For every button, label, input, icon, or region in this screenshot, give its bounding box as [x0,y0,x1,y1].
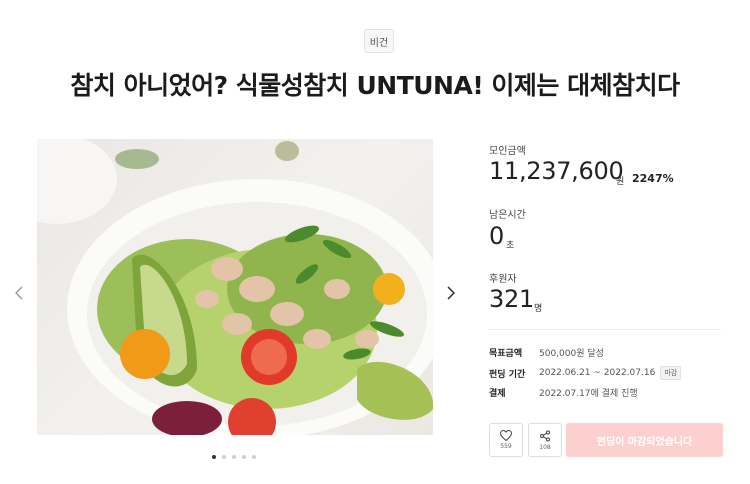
time-unit: 초 [506,241,515,251]
closed-badge: 마감 [660,366,682,380]
goal-key: 목표금액 [489,349,523,359]
category-chip[interactable]: 비건 [364,29,394,53]
funding-closed-button[interactable]: 펀딩이 마감되었습니다 [566,423,723,457]
time-value: 0 [489,222,504,250]
achievement-rate: 2247% [632,172,674,185]
amount-value: 11,237,600 [489,157,624,185]
amount-unit: 원 [616,177,625,187]
carousel-dot[interactable] [232,455,236,459]
backers-value: 321 [489,285,534,313]
like-button[interactable]: 559 [489,423,523,457]
heart-icon [500,430,512,441]
detail-period: 펀딩 기간 2022.06.21 ~ 2022.07.16 마감 [489,366,682,380]
period-value: 2022.06.21 ~ 2022.07.16 [539,368,656,378]
goal-value: 500,000원 달성 [539,349,604,359]
like-count: 559 [500,443,512,450]
carousel-dot[interactable] [222,455,226,459]
chevron-left-icon[interactable] [12,283,26,303]
carousel-dot[interactable] [242,455,246,459]
share-button[interactable]: 108 [528,423,562,457]
chevron-right-icon[interactable] [444,283,458,303]
time-label: 남은시간 [489,210,526,221]
divider [489,329,721,330]
detail-payment: 결제 2022.07.17에 결제 진행 [489,386,638,399]
payment-value: 2022.07.17에 결제 진행 [539,389,638,399]
project-title: 참치 아니었어? 식물성참치 UNTUNA! 이제는 대체참치다 [70,71,680,100]
carousel-dots [212,455,256,459]
detail-goal: 목표금액 500,000원 달성 [489,346,604,359]
carousel-dot[interactable] [252,455,256,459]
amount-label: 모인금액 [489,146,526,157]
share-icon [540,430,550,441]
product-image [37,139,433,435]
backers-unit: 명 [534,304,543,314]
period-key: 펀딩 기간 [489,369,526,380]
backers-label: 후원자 [489,274,517,285]
payment-key: 결제 [489,389,506,399]
carousel-dot[interactable] [212,455,216,459]
share-count: 108 [539,443,551,451]
